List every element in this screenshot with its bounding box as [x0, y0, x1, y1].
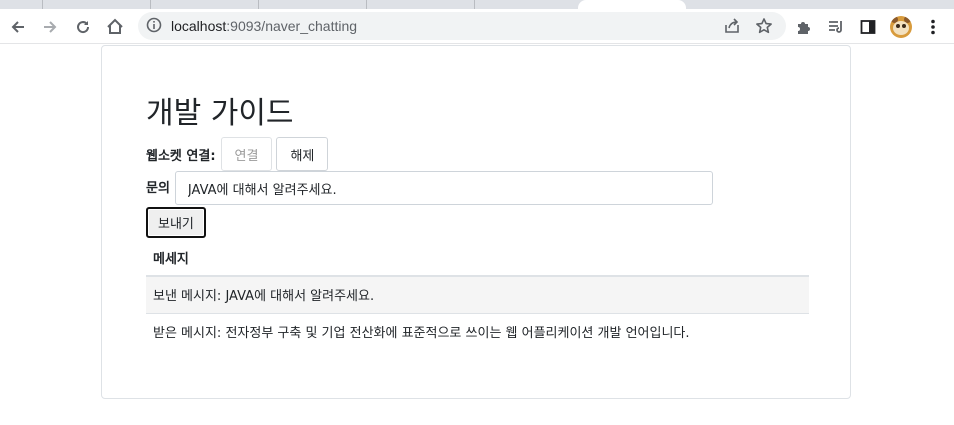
received-message-cell: 받은 메시지: 전자정부 구축 및 기업 전산화에 표준적으로 쓰이는 웹 어플… — [153, 326, 690, 342]
back-arrow-icon[interactable] — [8, 17, 28, 37]
send-button[interactable]: 보내기 — [146, 207, 206, 238]
avatar-eye — [896, 24, 900, 28]
reload-icon[interactable] — [73, 17, 93, 37]
message-column-header: 메세지 — [146, 239, 809, 277]
more-menu-icon[interactable] — [923, 17, 943, 37]
table-header-row: 메세지 — [146, 239, 809, 277]
content-card: 개발 가이드 웹소켓 연결: 연결 해제 문의 보내기 메세지 보낸 메시지: … — [101, 45, 851, 399]
websocket-label: 웹소켓 연결: — [146, 148, 216, 164]
media-queue-icon[interactable] — [826, 17, 846, 37]
tab-strip — [0, 0, 954, 9]
tab-divider — [42, 0, 43, 9]
question-input[interactable] — [174, 171, 713, 205]
tab-divider — [474, 0, 475, 9]
browser-toolbar: localhost:9093/naver_chatting — [0, 9, 954, 44]
avatar-eye — [902, 24, 906, 28]
bookmark-star-icon[interactable] — [755, 17, 773, 39]
tab-divider — [258, 0, 259, 9]
url-host: localhost — [171, 18, 227, 34]
tab-divider — [366, 0, 367, 9]
disconnect-button[interactable]: 해제 — [276, 137, 329, 171]
table-row: 받은 메시지: 전자정부 구축 및 기업 전산화에 표준적으로 쓰이는 웹 어플… — [146, 313, 809, 350]
extensions-puzzle-icon[interactable] — [794, 17, 814, 37]
tab-divider — [150, 0, 151, 9]
connect-button[interactable]: 연결 — [220, 137, 273, 171]
url-path: :9093/naver_chatting — [226, 18, 358, 34]
question-label: 문의 — [146, 180, 170, 196]
address-bar[interactable]: localhost:9093/naver_chatting — [138, 12, 786, 40]
home-icon[interactable] — [105, 17, 125, 37]
question-row: 문의 — [146, 171, 713, 205]
side-panel-icon[interactable] — [858, 17, 878, 37]
url-text[interactable]: localhost:9093/naver_chatting — [171, 18, 357, 34]
sent-message-cell: 보낸 메시지: JAVA에 대해서 알려주세요. — [146, 276, 809, 314]
forward-arrow-icon[interactable] — [40, 17, 60, 37]
avatar-face — [893, 21, 909, 35]
message-table: 메세지 보낸 메시지: JAVA에 대해서 알려주세요. 받은 메시지: 전자정… — [146, 239, 809, 350]
share-icon[interactable] — [723, 17, 741, 39]
table-row: 보낸 메시지: JAVA에 대해서 알려주세요. — [146, 276, 809, 314]
site-info-icon[interactable] — [146, 17, 162, 37]
page-title: 개발 가이드 — [146, 96, 294, 131]
websocket-row: 웹소켓 연결: 연결 해제 — [146, 137, 332, 171]
active-tab[interactable] — [578, 0, 686, 9]
profile-avatar[interactable] — [890, 16, 912, 38]
